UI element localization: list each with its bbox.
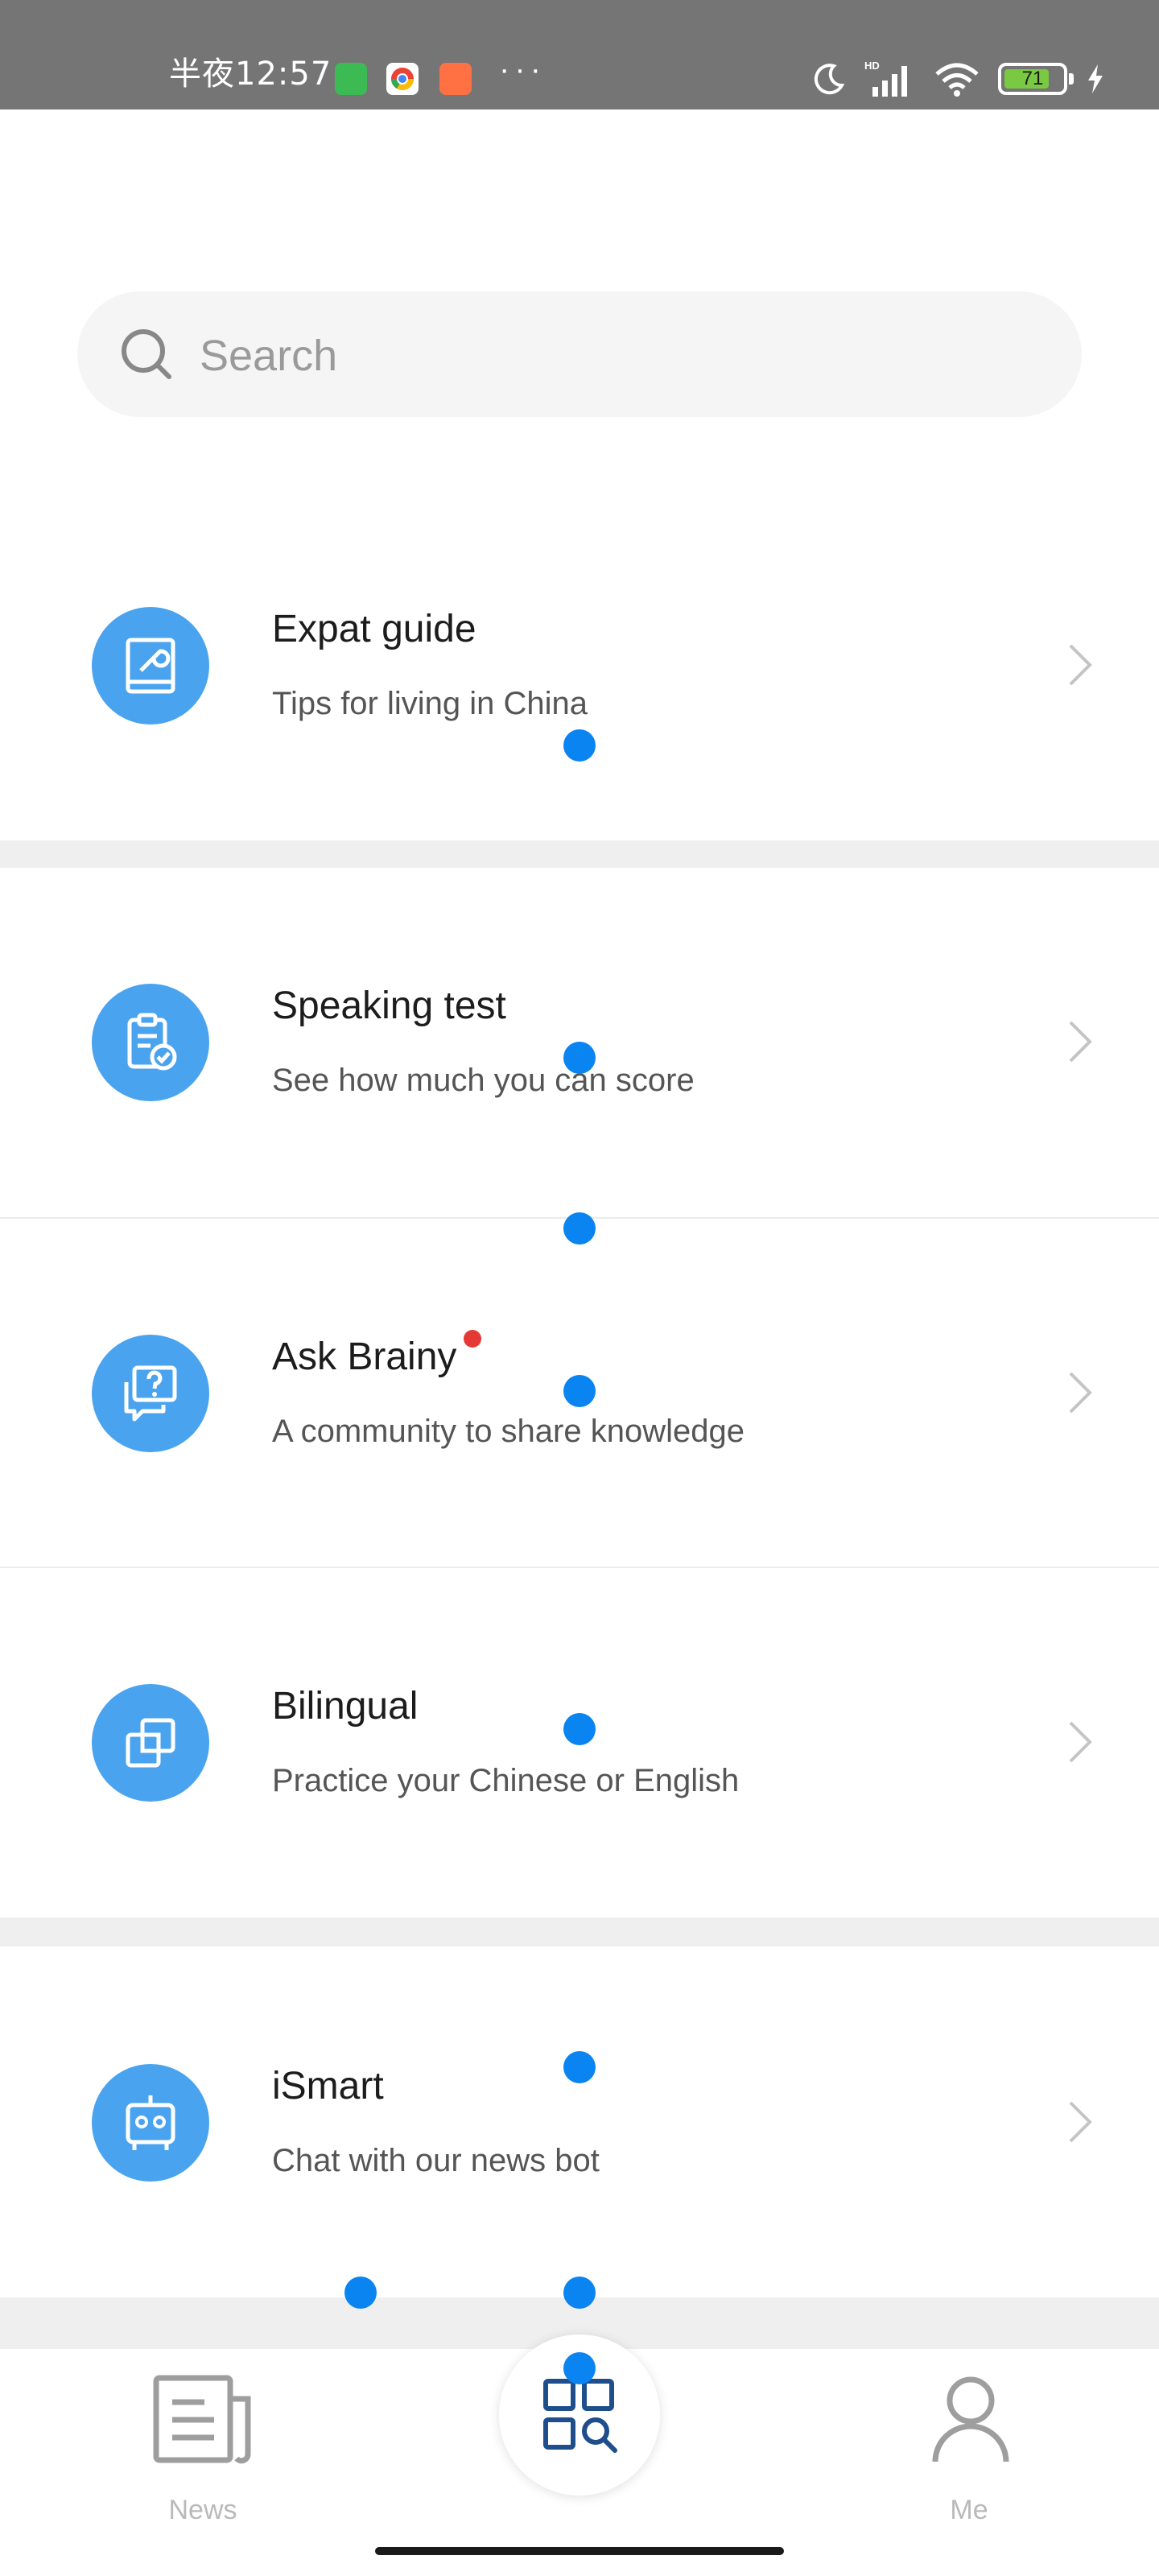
overlap-squares-icon — [92, 1684, 209, 1802]
person-icon — [932, 2376, 1009, 2462]
touch-marker — [563, 2352, 596, 2384]
wechat-app-icon — [335, 63, 367, 95]
list-item-subtitle: Tips for living in China — [272, 686, 588, 721]
book-wrench-icon — [92, 607, 209, 724]
nav-label: Me — [950, 2495, 988, 2525]
search-bar[interactable]: Search — [77, 291, 1082, 417]
nav-me[interactable]: Me — [864, 2349, 1074, 2526]
list-item-subtitle: A community to share knowledge — [272, 1414, 744, 1449]
list-item-expat-guide[interactable]: Expat guide Tips for living in China — [0, 531, 1159, 840]
chevron-right-icon — [1069, 2101, 1092, 2143]
search-icon — [122, 329, 171, 379]
question-chat-icon — [92, 1335, 209, 1452]
battery-icon: 71 — [998, 63, 1074, 95]
moon-icon — [814, 64, 845, 95]
chevron-right-icon — [1069, 1721, 1092, 1763]
charging-icon — [1088, 64, 1103, 93]
newspaper-icon — [153, 2375, 251, 2464]
list-item-subtitle: Practice your Chinese or English — [272, 1763, 740, 1798]
section-gap — [0, 840, 1159, 868]
list-item-title: Speaking test — [272, 985, 506, 1027]
home-indicator — [375, 2547, 784, 2555]
battery-level: 71 — [1021, 68, 1044, 89]
nav-news[interactable]: News — [98, 2349, 307, 2526]
status-icons: HD 71 — [811, 60, 1106, 98]
touch-marker — [563, 1375, 596, 1407]
discover-grid-icon — [543, 2379, 617, 2453]
touch-marker — [563, 1212, 596, 1245]
touch-marker — [344, 2277, 377, 2309]
chevron-right-icon — [1069, 1372, 1092, 1414]
list-item-title: Expat guide — [272, 608, 476, 650]
touch-marker — [563, 2277, 596, 2309]
search-placeholder: Search — [200, 332, 338, 380]
list-item-title: Bilingual — [272, 1685, 419, 1728]
more-notifications-icon: ··· — [499, 52, 546, 87]
shopping-app-icon — [439, 63, 472, 95]
status-time: 半夜12:57 — [169, 56, 332, 93]
list-item-ismart[interactable]: iSmart Chat with our news bot — [0, 1946, 1159, 2297]
touch-marker — [563, 1713, 596, 1745]
touch-marker — [563, 2051, 596, 2083]
status-bar: 半夜12:57 ··· HD 71 — [0, 0, 1159, 109]
clipboard-check-icon — [92, 984, 209, 1101]
nav-label: News — [168, 2495, 237, 2525]
section-gap — [0, 1918, 1159, 1946]
signal-icon: HD — [864, 60, 907, 97]
svg-text:HD: HD — [864, 60, 880, 72]
chrome-app-icon — [386, 63, 419, 95]
chevron-right-icon — [1069, 644, 1092, 686]
list-item-subtitle: See how much you can score — [272, 1063, 695, 1098]
touch-marker — [563, 729, 596, 762]
touch-marker — [563, 1042, 596, 1074]
notification-badge — [464, 1330, 481, 1348]
list-item-title: Ask Brainy — [272, 1335, 457, 1378]
wifi-icon — [935, 63, 979, 97]
robot-icon — [92, 2064, 209, 2182]
list-item-title: iSmart — [272, 2065, 384, 2107]
list-item-subtitle: Chat with our news bot — [272, 2143, 600, 2178]
chevron-right-icon — [1069, 1021, 1092, 1063]
